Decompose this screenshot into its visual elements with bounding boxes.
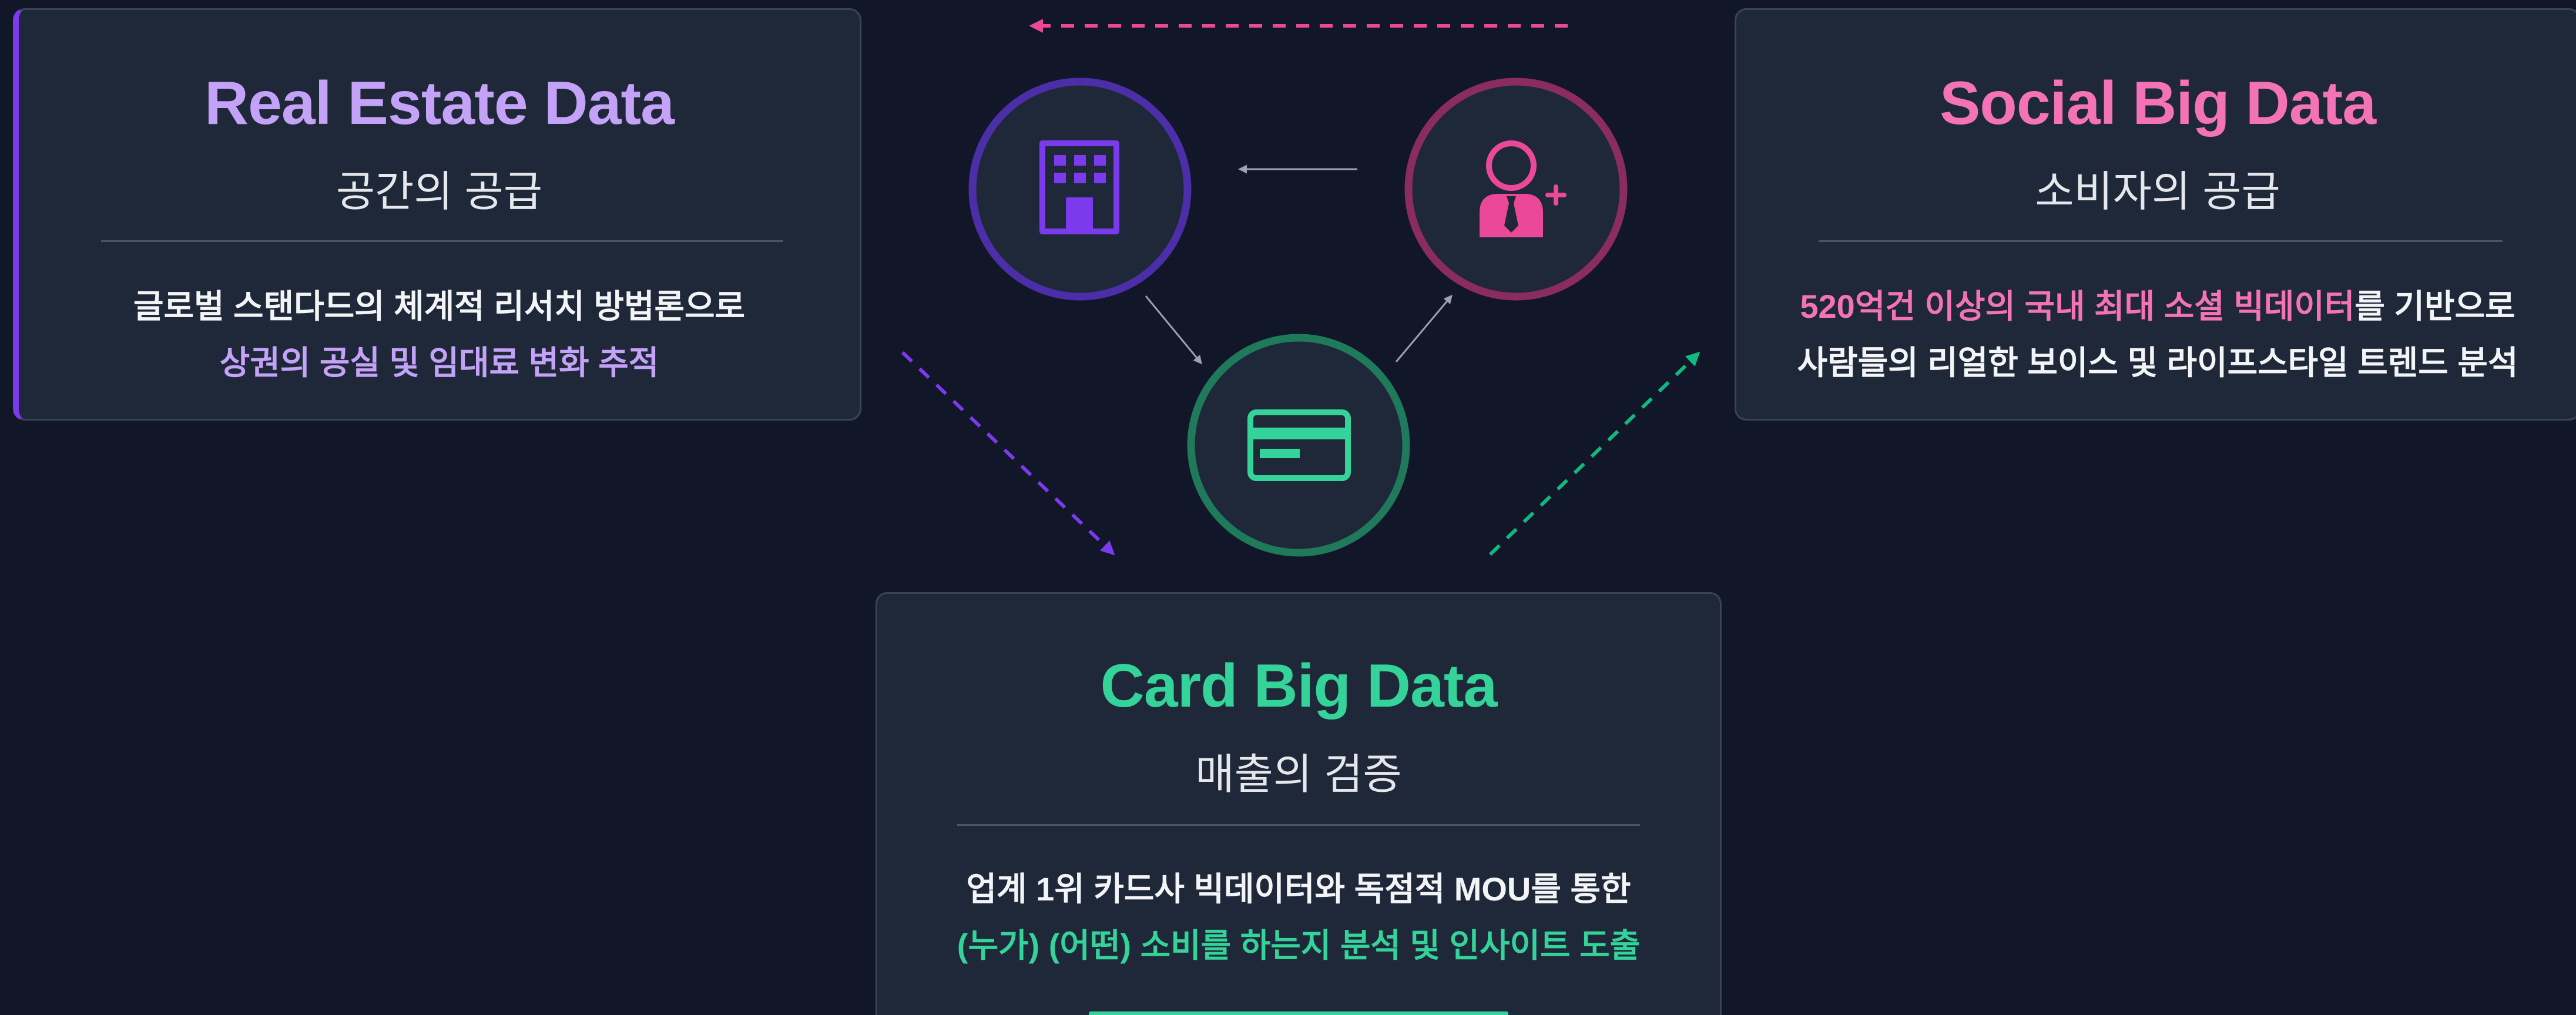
real-estate-description-line1: 글로벌 스탠다드의 체계적 리서치 방법론으로 <box>133 288 746 325</box>
social-description-line2: 사람들의 리얼한 보이스 및 라이프스타일 트렌드 분석 <box>1797 344 2518 381</box>
social-divider <box>1819 240 2503 242</box>
real-estate-description-line2: 상권의 공실 및 임대료 변화 추적 <box>219 344 659 381</box>
real-estate-subtitle: 공간의 공급 <box>336 169 543 216</box>
real-estate-divider <box>101 240 783 242</box>
realestate-to-card-arrow <box>901 351 1115 556</box>
connector-card-to-social <box>1395 294 1453 362</box>
card-big-data-card: Card Big Data 매출의 검증 업계 1위 카드사 빅데이터와 독점적… <box>876 592 1722 1015</box>
card-node <box>1187 334 1410 557</box>
social-highlight-text: 520억건 이상의 국내 최대 소셜 빅데이터 <box>1800 288 2355 325</box>
card-divider <box>957 824 1640 826</box>
card-subtitle: 매출의 검증 <box>1195 751 1402 798</box>
card-accent-bar <box>1089 1011 1508 1015</box>
card-description-line1: 업계 1위 카드사 빅데이터와 독점적 MOU를 통한 <box>966 871 1631 908</box>
connector-building-to-card <box>1145 295 1202 365</box>
social-line1-rest: 를 기반으로 <box>2354 288 2515 325</box>
building-node <box>968 78 1192 301</box>
social-big-data-card: Social Big Data 소비자의 공급 520억건 이상의 국내 최대 … <box>1735 8 2576 421</box>
card-title: Card Big Data <box>1100 652 1498 720</box>
real-estate-title: Real Estate Data <box>204 69 675 137</box>
social-subtitle: 소비자의 공급 <box>2035 169 2280 216</box>
card-to-social-arrow <box>1488 351 1700 556</box>
social-description-line1: 520억건 이상의 국내 최대 소셜 빅데이터를 기반으로 <box>1736 280 2576 328</box>
card-description-line2: (누가) (어떤) 소비를 하는지 분석 및 인사이트 도출 <box>957 927 1641 964</box>
social-node <box>1404 78 1628 301</box>
social-title: Social Big Data <box>1939 69 2376 137</box>
real-estate-data-card: Real Estate Data 공간의 공급 글로벌 스탠다드의 체계적 리서… <box>13 8 861 421</box>
